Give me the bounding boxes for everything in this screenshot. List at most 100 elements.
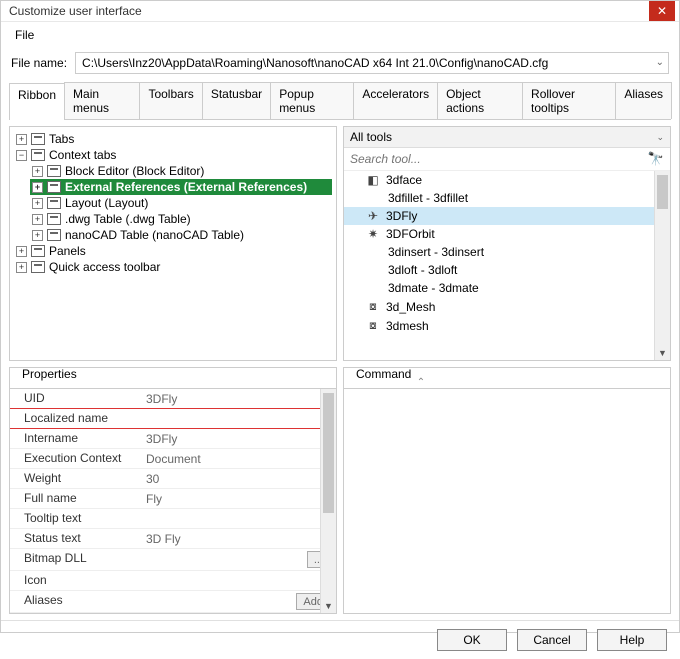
tool-3dface[interactable]: ◧3dface — [344, 171, 670, 189]
tool-label: 3dface — [386, 173, 422, 187]
tree-label: Quick access toolbar — [49, 260, 160, 274]
tab-toolbars[interactable]: Toolbars — [139, 82, 202, 119]
tree-ct-block-editor[interactable]: + Block Editor (Block Editor) — [30, 163, 332, 179]
property-name: Aliases — [10, 591, 140, 612]
tab-accelerators[interactable]: Accelerators — [353, 82, 438, 119]
property-name: Status text — [10, 529, 140, 548]
folder-icon — [31, 261, 45, 273]
tree-label: .dwg Table (.dwg Table) — [65, 212, 191, 226]
property-value[interactable]: Document — [140, 449, 336, 468]
property-row[interactable]: Execution ContextDocument — [10, 449, 336, 469]
ok-button[interactable]: OK — [437, 629, 507, 651]
expand-icon[interactable]: + — [16, 134, 27, 145]
tree-quick-access[interactable]: + Quick access toolbar — [14, 259, 332, 275]
mesh-icon: ⧇ — [366, 318, 380, 333]
menu-file[interactable]: File — [9, 26, 40, 44]
tree-ct-layout[interactable]: + Layout (Layout) — [30, 195, 332, 211]
tool-label: 3DFOrbit — [386, 227, 435, 241]
close-icon: ✕ — [657, 4, 667, 18]
property-row[interactable]: Full nameFly — [10, 489, 336, 509]
property-name: Weight — [10, 469, 140, 488]
folder-icon — [31, 149, 45, 161]
tab-ribbon[interactable]: Ribbon — [9, 83, 65, 120]
tab-aliases[interactable]: Aliases — [615, 82, 672, 119]
tool-filter-select[interactable]: All tools — [350, 130, 656, 144]
property-value[interactable]: Fly — [140, 489, 336, 508]
property-row[interactable]: Icon — [10, 571, 336, 591]
tool-3dloft[interactable]: 3dloft - 3dloft — [344, 261, 670, 279]
window-title: Customize user interface — [9, 4, 649, 18]
binoculars-icon[interactable]: 🔭 — [648, 151, 664, 167]
chevron-down-icon: ⌄ — [656, 132, 664, 143]
tool-label: 3dfillet - 3dfillet — [388, 191, 468, 205]
property-row[interactable]: Localized name — [10, 409, 336, 429]
scroll-down-icon[interactable]: ▼ — [655, 346, 670, 360]
scroll-down-icon[interactable]: ▼ — [321, 599, 336, 613]
tool-3d-mesh[interactable]: ⧇3d_Mesh — [344, 297, 670, 316]
command-title: Command — [352, 367, 415, 381]
tab-object-actions[interactable]: Object actions — [437, 82, 523, 119]
tool-label: 3DFly — [386, 209, 417, 223]
property-row[interactable]: Status text3D Fly — [10, 529, 336, 549]
search-tool-input[interactable] — [350, 152, 642, 166]
expand-icon[interactable]: + — [16, 262, 27, 273]
expand-icon[interactable]: + — [32, 166, 43, 177]
property-value[interactable]: 30 — [140, 469, 336, 488]
property-value[interactable] — [140, 409, 336, 428]
tab-main-menus[interactable]: Main menus — [64, 82, 140, 119]
property-name: Bitmap DLL — [10, 549, 140, 570]
property-row[interactable]: Tooltip text — [10, 509, 336, 529]
tab-statusbar[interactable]: Statusbar — [202, 82, 271, 119]
tree-panels[interactable]: + Panels — [14, 243, 332, 259]
tool-3dmesh[interactable]: ⧇3dmesh — [344, 316, 670, 335]
mesh-icon: ⧇ — [366, 299, 380, 314]
property-row[interactable]: Intername3DFly — [10, 429, 336, 449]
property-value[interactable] — [140, 509, 336, 528]
expand-icon[interactable]: + — [32, 230, 43, 241]
tool-3dforbit[interactable]: ✷3DFOrbit — [344, 225, 670, 243]
tree-context-tabs[interactable]: − Context tabs — [14, 147, 332, 163]
tool-3dfillet[interactable]: 3dfillet - 3dfillet — [344, 189, 670, 207]
tool-3dinsert[interactable]: 3dinsert - 3dinsert — [344, 243, 670, 261]
folder-icon — [31, 245, 45, 257]
tree-tabs[interactable]: + Tabs — [14, 131, 332, 147]
tab-rollover-tooltips[interactable]: Rollover tooltips — [522, 82, 616, 119]
property-value[interactable] — [140, 571, 336, 590]
file-path-combo[interactable]: C:\Users\Inz20\AppData\Roaming\Nanosoft\… — [75, 52, 669, 74]
tree-ct-dwg-table[interactable]: + .dwg Table (.dwg Table) — [30, 211, 332, 227]
tool-3dmate[interactable]: 3dmate - 3dmate — [344, 279, 670, 297]
close-button[interactable]: ✕ — [649, 1, 675, 21]
property-value[interactable]: 3D Fly — [140, 529, 336, 548]
property-name: Intername — [10, 429, 140, 448]
scrollbar[interactable]: ▲ ▼ — [320, 389, 336, 613]
scrollbar[interactable]: ▲ ▼ — [654, 171, 670, 360]
expand-icon[interactable]: + — [32, 182, 43, 193]
tree-ct-nanocad-table[interactable]: + nanoCAD Table (nanoCAD Table) — [30, 227, 332, 243]
tabstrip: Ribbon Main menus Toolbars Statusbar Pop… — [9, 82, 671, 120]
cancel-button[interactable]: Cancel — [517, 629, 587, 651]
tree-ct-external-references[interactable]: + External References (External Referenc… — [30, 179, 332, 195]
tool-3dfly[interactable]: ✈ 3DFly — [344, 207, 670, 225]
property-value[interactable]: Add — [140, 591, 336, 612]
property-row[interactable]: Weight30 — [10, 469, 336, 489]
help-button[interactable]: Help — [597, 629, 667, 651]
property-row[interactable]: UID3DFly — [10, 389, 336, 409]
expand-icon[interactable]: + — [32, 214, 43, 225]
property-value[interactable]: 3DFly — [140, 429, 336, 448]
expand-icon[interactable]: + — [32, 198, 43, 209]
property-name: Execution Context — [10, 449, 140, 468]
property-name: Localized name — [10, 409, 140, 428]
plane-icon: ✈ — [366, 209, 380, 223]
chevron-up-icon[interactable]: ⌃ — [417, 377, 425, 388]
file-path-text: C:\Users\Inz20\AppData\Roaming\Nanosoft\… — [82, 56, 548, 70]
scroll-thumb[interactable] — [657, 175, 668, 209]
property-row[interactable]: Bitmap DLL... — [10, 549, 336, 571]
expand-icon[interactable]: + — [16, 246, 27, 257]
property-value[interactable]: ... — [140, 549, 336, 570]
scroll-thumb[interactable] — [323, 393, 334, 513]
tool-label: 3dinsert - 3dinsert — [388, 245, 484, 259]
tab-popup-menus[interactable]: Popup menus — [270, 82, 354, 119]
property-row[interactable]: AliasesAdd — [10, 591, 336, 613]
collapse-icon[interactable]: − — [16, 150, 27, 161]
property-value[interactable]: 3DFly — [140, 389, 336, 408]
